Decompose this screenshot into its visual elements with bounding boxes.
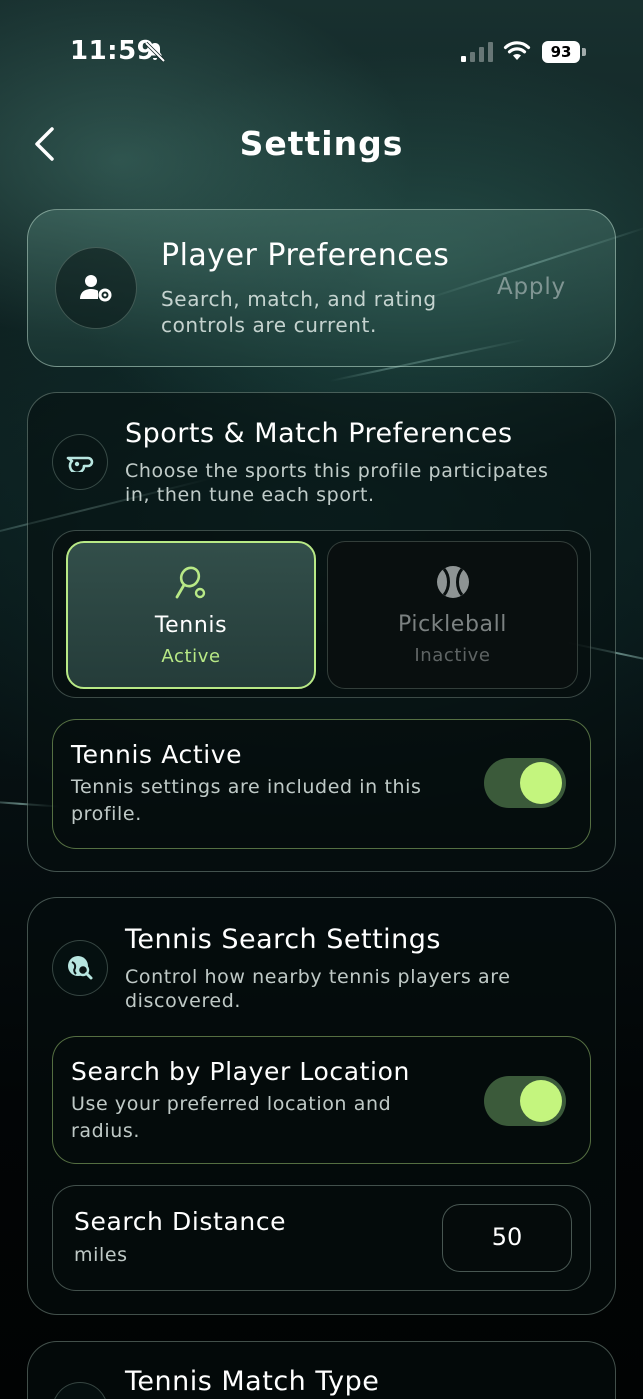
tennis-active-row: Tennis Active Tennis settings are includ… bbox=[52, 719, 591, 849]
sport-state-pickleball: Inactive bbox=[414, 645, 491, 666]
sports-match-subtitle-line1: Choose the sports this profile participa… bbox=[125, 460, 549, 482]
sport-name-pickleball: Pickleball bbox=[397, 612, 508, 637]
search-distance-input[interactable]: 50 bbox=[442, 1204, 572, 1272]
tennis-racket-icon bbox=[175, 566, 206, 599]
search-by-location-title: Search by Player Location bbox=[71, 1057, 410, 1086]
tennis-search-subtitle-line2: discovered. bbox=[125, 990, 242, 1012]
tennis-search-title: Tennis Search Settings bbox=[125, 924, 441, 955]
page-title: Settings bbox=[239, 124, 404, 163]
bell-muted-icon bbox=[144, 41, 166, 63]
sport-option-pickleball[interactable]: Pickleball Inactive bbox=[327, 541, 578, 689]
player-preferences-subtitle-line2: controls are current. bbox=[161, 313, 377, 337]
search-distance-unit: miles bbox=[74, 1244, 128, 1266]
search-by-location-row: Search by Player Location Use your prefe… bbox=[52, 1036, 591, 1164]
search-by-location-toggle[interactable] bbox=[484, 1076, 566, 1126]
player-preferences-icon-badge bbox=[55, 247, 137, 329]
search-by-location-subtitle-line1: Use your preferred location and bbox=[71, 1093, 392, 1115]
tennis-active-subtitle-line1: Tennis settings are included in this bbox=[71, 776, 422, 798]
tennis-active-toggle[interactable] bbox=[484, 758, 566, 808]
sports-match-title: Sports & Match Preferences bbox=[125, 418, 513, 449]
ball-icon bbox=[436, 566, 469, 598]
sport-state-tennis: Active bbox=[161, 646, 221, 667]
sport-name-tennis: Tennis bbox=[154, 613, 228, 638]
cellular-signal-icon bbox=[461, 42, 493, 62]
sports-icon-badge bbox=[52, 434, 108, 490]
battery-level: 93 bbox=[542, 41, 580, 63]
wifi-icon bbox=[503, 41, 531, 60]
globe-search-icon bbox=[68, 956, 93, 980]
user-gear-icon bbox=[80, 275, 112, 302]
tennis-match-type-title: Tennis Match Type bbox=[125, 1366, 380, 1397]
tennis-active-subtitle-line2: profile. bbox=[71, 803, 142, 825]
player-preferences-subtitle-line1: Search, match, and rating bbox=[161, 287, 437, 311]
sport-selector: Tennis Active Pickleball Inactive bbox=[52, 530, 591, 698]
battery-icon: 93 bbox=[542, 41, 586, 63]
tennis-active-title: Tennis Active bbox=[71, 740, 243, 769]
tennis-search-subtitle-line1: Control how nearby tennis players are bbox=[125, 966, 511, 988]
apply-button[interactable]: Apply bbox=[497, 274, 566, 300]
player-preferences-title: Player Preferences bbox=[161, 238, 450, 273]
search-by-location-subtitle-line2: radius. bbox=[71, 1120, 140, 1142]
sport-option-tennis[interactable]: Tennis Active bbox=[66, 541, 316, 689]
search-settings-icon-badge bbox=[52, 940, 108, 996]
sports-match-subtitle-line2: in, then tune each sport. bbox=[125, 484, 375, 506]
search-distance-title: Search Distance bbox=[74, 1207, 287, 1236]
whistle-icon bbox=[66, 456, 94, 472]
status-bar: 11:59 93 bbox=[0, 0, 643, 100]
